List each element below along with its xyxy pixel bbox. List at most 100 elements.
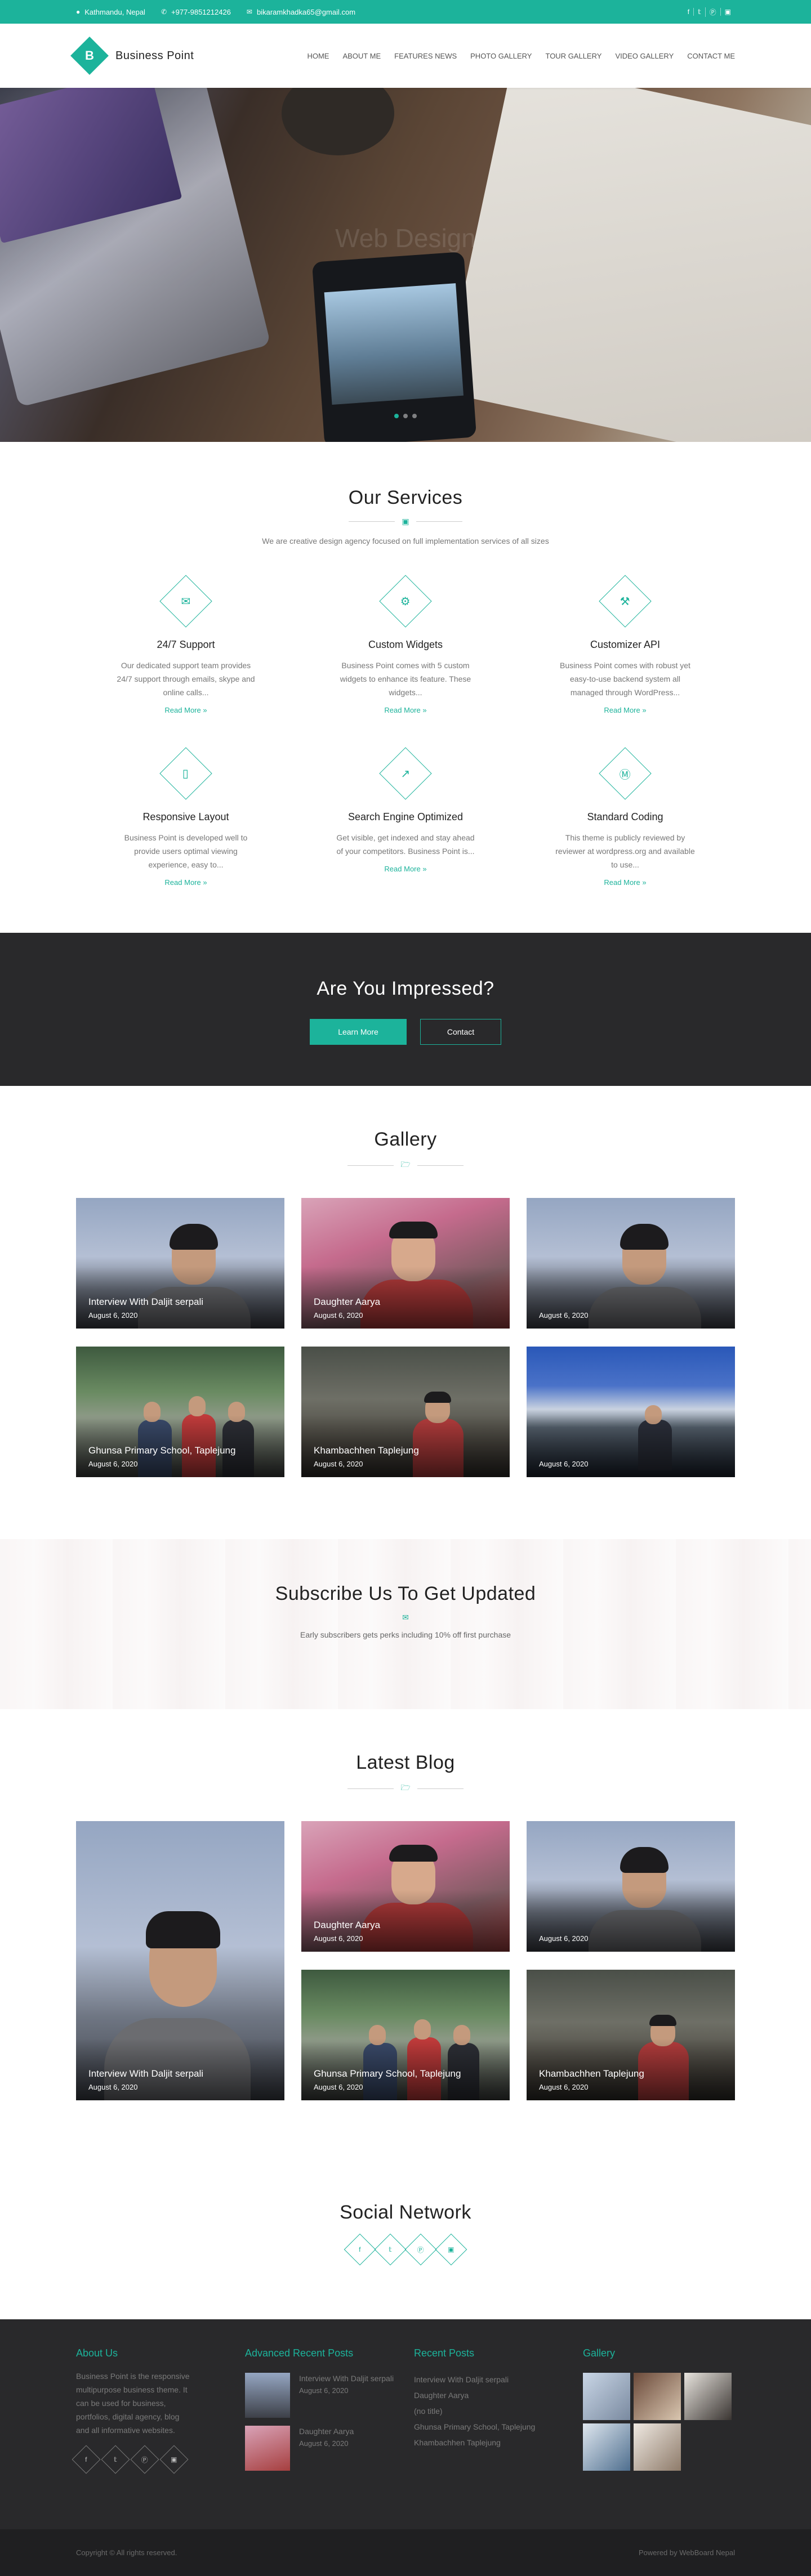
- blog-card[interactable]: Ghunsa Primary School, Taplejung August 6…: [301, 1970, 510, 2100]
- nav-tour-gallery[interactable]: TOUR GALLERY: [545, 52, 601, 60]
- chat-icon: ✉: [181, 595, 191, 608]
- blog-card-title: Daughter Aarya: [314, 1920, 381, 1930]
- site-footer: About Us Business Point is the responsiv…: [0, 2319, 811, 2529]
- subscribe-subtitle: Early subscribers gets perks including 1…: [300, 1630, 511, 1639]
- slider-dot[interactable]: [394, 414, 399, 418]
- read-more-link[interactable]: Read More »: [384, 706, 426, 714]
- site-logo[interactable]: B Business Point: [70, 37, 194, 75]
- services-title: Our Services: [348, 487, 463, 508]
- service-text: This theme is publicly reviewed by revie…: [555, 833, 695, 869]
- footer-gallery-thumb[interactable]: [583, 2423, 630, 2471]
- advanced-post[interactable]: Interview With Daljit serpali August 6, 2…: [245, 2373, 397, 2418]
- nav-contact[interactable]: CONTACT ME: [687, 52, 735, 60]
- recent-post-link[interactable]: Daughter Aarya: [414, 2387, 566, 2403]
- read-more-link[interactable]: Read More »: [604, 706, 646, 714]
- blog-card-featured[interactable]: Interview With Daljit serpali August 6, 2…: [76, 1821, 284, 2100]
- blog-card[interactable]: Khambachhen Taplejung August 6, 2020: [527, 1970, 735, 2100]
- slider-dot[interactable]: [412, 414, 417, 418]
- instagram-icon[interactable]: ▣: [720, 8, 735, 16]
- powered-by-link[interactable]: Powered by WebBoard Nepal: [639, 2548, 735, 2557]
- recent-post-link[interactable]: Khambachhen Taplejung: [414, 2435, 566, 2450]
- read-more-link[interactable]: Read More »: [164, 706, 207, 714]
- slider-dot[interactable]: [403, 414, 408, 418]
- social-section: Social Network f 𝕥 Ⓟ ▣: [0, 2179, 811, 2319]
- gallery-card[interactable]: Ghunsa Primary School, Taplejung August 6…: [76, 1347, 284, 1477]
- blog-card-title: Interview With Daljit serpali: [88, 2068, 204, 2079]
- footer-pinterest[interactable]: Ⓟ: [130, 2445, 159, 2474]
- blog-card-date: August 6, 2020: [539, 2083, 589, 2091]
- contact-button[interactable]: Contact: [420, 1019, 501, 1045]
- site-header: B Business Point HOME ABOUT ME FEATURES …: [0, 24, 811, 88]
- gallery-card[interactable]: August 6, 2020: [527, 1198, 735, 1329]
- phone-info[interactable]: ✆ +977-9851212426: [161, 8, 231, 16]
- social-facebook[interactable]: f: [344, 2233, 376, 2266]
- advanced-post-title[interactable]: Interview With Daljit serpali: [299, 2373, 394, 2384]
- read-more-link[interactable]: Read More »: [604, 878, 646, 887]
- footer-instagram[interactable]: ▣: [159, 2445, 189, 2474]
- gallery-card[interactable]: Interview With Daljit serpali August 6, 2…: [76, 1198, 284, 1329]
- services-section: Our Services ▣ We are creative design ag…: [0, 442, 811, 933]
- recent-post-link[interactable]: Ghunsa Primary School, Taplejung: [414, 2419, 566, 2435]
- gallery-card[interactable]: Khambachhen Taplejung August 6, 2020: [301, 1347, 510, 1477]
- section-separator: ▣: [76, 517, 735, 526]
- service-item: Ⓜ Standard Coding This theme is publicly…: [515, 747, 735, 888]
- pinterest-icon[interactable]: Ⓟ: [705, 7, 720, 17]
- facebook-icon[interactable]: f: [684, 8, 693, 16]
- footer-heading: About Us: [76, 2347, 118, 2359]
- nav-about[interactable]: ABOUT ME: [342, 52, 381, 60]
- footer-advanced-posts: Advanced Recent Posts Interview With Dal…: [245, 2347, 397, 2471]
- social-instagram[interactable]: ▣: [435, 2233, 467, 2266]
- section-separator: 🗁: [76, 1782, 735, 1795]
- copyright-bar: Copyright © All rights reserved. Powered…: [0, 2529, 811, 2576]
- gallery-card[interactable]: August 6, 2020: [527, 1347, 735, 1477]
- social-twitter[interactable]: 𝕥: [374, 2233, 407, 2266]
- footer-gallery-thumb[interactable]: [634, 2373, 681, 2420]
- blog-card[interactable]: Daughter Aarya August 6, 2020: [301, 1821, 510, 1952]
- gallery-card-date: August 6, 2020: [314, 1311, 363, 1320]
- footer-gallery: Gallery: [583, 2347, 735, 2471]
- service-title: Standard Coding: [587, 811, 663, 822]
- service-text: Business Point comes with robust yet eas…: [560, 661, 690, 697]
- nav-video-gallery[interactable]: VIDEO GALLERY: [615, 52, 674, 60]
- envelope-icon: ✉: [402, 1613, 409, 1622]
- advanced-post-date: August 6, 2020: [299, 2386, 349, 2395]
- instagram-icon: ▣: [171, 2456, 177, 2463]
- footer-twitter[interactable]: 𝕥: [101, 2445, 130, 2474]
- footer-gallery-thumb[interactable]: [684, 2373, 732, 2420]
- nav-features-news[interactable]: FEATURES NEWS: [394, 52, 457, 60]
- blog-card[interactable]: August 6, 2020: [527, 1821, 735, 1952]
- hero-paper: [442, 88, 811, 442]
- nav-home[interactable]: HOME: [307, 52, 329, 60]
- footer-gallery-thumb[interactable]: [583, 2373, 630, 2420]
- advanced-post-title[interactable]: Daughter Aarya: [299, 2426, 354, 2437]
- envelope-icon: ✉: [246, 8, 252, 16]
- service-item: ⚒ Customizer API Business Point comes wi…: [515, 575, 735, 715]
- service-title: Responsive Layout: [142, 811, 229, 822]
- social-pinterest[interactable]: Ⓟ: [404, 2233, 437, 2266]
- recent-post-link[interactable]: Interview With Daljit serpali: [414, 2372, 566, 2387]
- gallery-card-date: August 6, 2020: [88, 1460, 138, 1468]
- footer-gallery-thumb[interactable]: [634, 2423, 681, 2471]
- email-info[interactable]: ✉ bikaramkhadka65@gmail.com: [247, 8, 355, 16]
- main-nav: HOME ABOUT ME FEATURES NEWS PHOTO GALLER…: [307, 52, 735, 60]
- twitter-icon[interactable]: 𝕥: [693, 8, 705, 16]
- recent-post-link[interactable]: (no title): [414, 2403, 566, 2419]
- footer-facebook[interactable]: f: [72, 2445, 101, 2474]
- services-subtitle: We are creative design agency focused on…: [262, 536, 549, 545]
- nav-photo-gallery[interactable]: PHOTO GALLERY: [470, 52, 532, 60]
- gallery-card-date: August 6, 2020: [314, 1460, 363, 1468]
- cta-section: Are You Impressed? Learn More Contact: [0, 933, 811, 1086]
- read-more-link[interactable]: Read More »: [164, 878, 207, 887]
- gallery-card[interactable]: Daughter Aarya August 6, 2020: [301, 1198, 510, 1329]
- copyright-text: Copyright © All rights reserved.: [76, 2548, 177, 2557]
- learn-more-button[interactable]: Learn More: [310, 1019, 407, 1045]
- service-item: ↗ Search Engine Optimized Get visible, g…: [296, 747, 515, 888]
- read-more-link[interactable]: Read More »: [384, 865, 426, 873]
- hero-slider[interactable]: Web Design: [0, 88, 811, 442]
- hero-caption: Web Design: [335, 223, 476, 253]
- gallery-card-title: Interview With Daljit serpali: [88, 1296, 204, 1307]
- advanced-post[interactable]: Daughter Aarya August 6, 2020: [245, 2426, 397, 2471]
- facebook-icon: f: [359, 2246, 361, 2253]
- service-text: Get visible, get indexed and stay ahead …: [336, 833, 475, 856]
- gear-icon: ⚙: [400, 595, 411, 608]
